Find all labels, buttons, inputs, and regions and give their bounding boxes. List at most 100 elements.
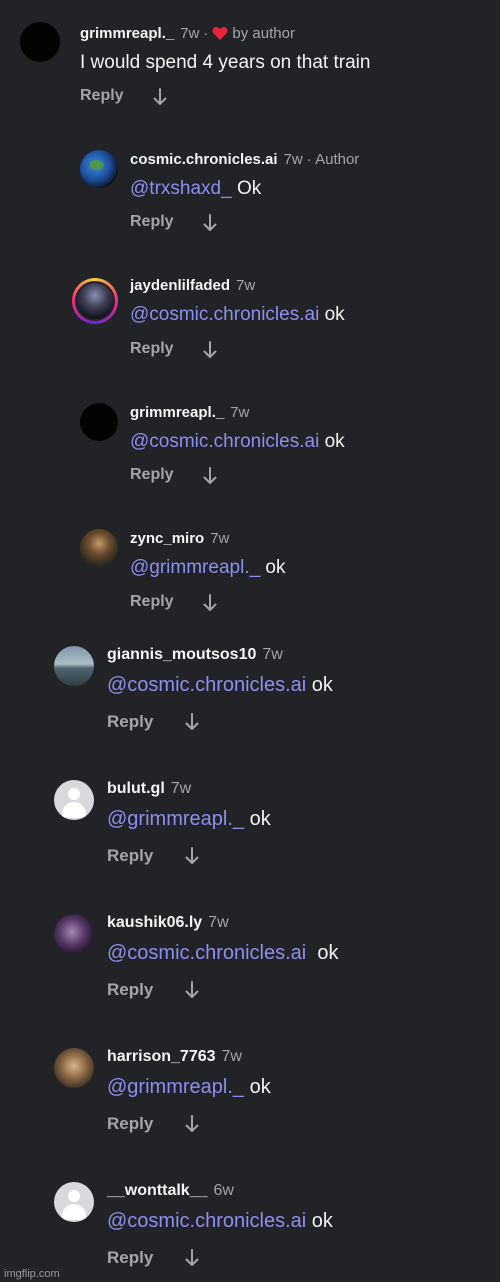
comment-meta: harrison_7763 7w [107,1048,242,1066]
comment-text: @trxshaxd_ Ok [130,178,261,200]
reply-button[interactable]: Reply [130,340,174,357]
arrow-down-icon[interactable] [185,981,199,999]
story-ring-avatar[interactable] [72,278,118,324]
timestamp: 7w [236,277,256,294]
reply-row: Reply [80,87,167,105]
reply-button[interactable]: Reply [107,846,153,865]
comment-text: @grimmreapl._ ok [130,557,286,579]
mention-link[interactable]: @cosmic.chronicles.ai [130,431,319,452]
comment-meta: __wonttalk__ 6w [107,1182,234,1200]
timestamp: 7w [210,530,230,547]
arrow-down-icon[interactable] [203,341,217,359]
username[interactable]: bulut.gl [107,780,165,797]
default-avatar-icon[interactable] [54,780,94,820]
comment-body: Ok [231,178,262,199]
separator-dot: · [203,25,209,42]
comment-text: @cosmic.chronicles.ai ok [107,942,339,965]
comment-meta: bulut.gl 7w [107,780,191,798]
username[interactable]: cosmic.chronicles.ai [130,151,278,168]
mention-link[interactable]: @grimmreapl._ [107,808,244,830]
watermark: imgflip.com [4,1268,60,1280]
comment-text: @cosmic.chronicles.ai ok [107,674,333,697]
reply-row: Reply [107,980,199,1000]
reply-button[interactable]: Reply [107,1248,153,1267]
comment-body: ok [306,1210,333,1232]
arrow-down-icon[interactable] [185,713,199,731]
comment-body: ok [260,557,286,578]
mention-link[interactable]: @grimmreapl._ [107,1076,244,1098]
reply-row: Reply [130,466,217,484]
comment-meta: kaushik06.ly 7w [107,914,229,932]
comment-meta: giannis_moutsos10 7w [107,646,283,664]
comment-text: @cosmic.chronicles.ai ok [107,1210,333,1233]
comment-text: I would spend 4 years on that train [80,52,371,73]
avatar[interactable] [54,1048,94,1088]
mention-link[interactable]: @grimmreapl._ [130,557,260,578]
timestamp: 7w [230,404,250,421]
reply-button[interactable]: Reply [80,87,124,104]
reply-button[interactable]: Reply [107,712,153,731]
avatar[interactable] [20,22,60,62]
reply-button[interactable]: Reply [130,466,174,483]
comment-meta: zync_miro 7w [130,530,229,547]
reply-row: Reply [130,213,217,231]
comment-body: ok [306,942,339,964]
timestamp: 7w [208,914,229,931]
arrow-down-icon[interactable] [203,467,217,485]
author-badge: · Author [306,151,360,168]
reply-button[interactable]: Reply [130,593,174,610]
mention-link[interactable]: @cosmic.chronicles.ai [107,674,306,696]
username[interactable]: grimmreapl._ [130,404,224,421]
avatar[interactable] [80,403,118,441]
avatar[interactable] [80,150,118,188]
comment-text: @grimmreapl._ ok [107,808,271,831]
reply-row: Reply [107,846,199,866]
comment-text: @grimmreapl._ ok [107,1076,271,1099]
comment-text: @cosmic.chronicles.ai ok [130,304,345,326]
arrow-down-icon[interactable] [203,214,217,232]
timestamp: 7w [283,151,303,168]
comment-body: ok [306,674,333,696]
reply-button[interactable]: Reply [107,1114,153,1133]
comment-meta: jaydenlilfaded 7w [130,277,255,294]
mention-link[interactable]: @trxshaxd_ [130,178,232,199]
comment-body: ok [319,431,345,452]
avatar[interactable] [80,529,118,567]
reply-row: Reply [130,593,217,611]
username[interactable]: giannis_moutsos10 [107,646,256,663]
username[interactable]: kaushik06.ly [107,914,202,931]
reply-button[interactable]: Reply [107,980,153,999]
timestamp: 7w [170,780,192,797]
comment-meta: cosmic.chronicles.ai 7w · Author [130,151,359,168]
mention-link[interactable]: @cosmic.chronicles.ai [107,1210,306,1232]
username[interactable]: zync_miro [130,530,204,547]
comment-meta: grimmreapl._ 7w [130,404,249,421]
arrow-down-icon[interactable] [153,88,167,106]
comment-meta: grimmreapl._ 7w · by author [80,25,295,42]
reply-button[interactable]: Reply [130,213,174,230]
liked-by-author-label: by author [232,25,295,42]
avatar [75,281,115,321]
timestamp: 7w [221,1048,242,1065]
comment-text: @cosmic.chronicles.ai ok [130,431,345,453]
reply-row: Reply [107,1248,199,1268]
username[interactable]: jaydenlilfaded [130,277,230,294]
timestamp: 7w [180,25,200,42]
mention-link[interactable]: @cosmic.chronicles.ai [130,304,319,325]
username[interactable]: harrison_7763 [107,1048,216,1065]
mention-link[interactable]: @cosmic.chronicles.ai [107,942,306,964]
arrow-down-icon[interactable] [203,594,217,612]
comment-body: ok [244,1076,271,1098]
username[interactable]: __wonttalk__ [107,1182,207,1199]
avatar[interactable] [54,914,94,954]
arrow-down-icon[interactable] [185,847,199,865]
reply-row: Reply [107,712,199,732]
arrow-down-icon[interactable] [185,1115,199,1133]
username[interactable]: grimmreapl._ [80,25,174,42]
comment-body: ok [244,808,271,830]
timestamp: 7w [262,646,283,663]
heart-icon [212,26,228,40]
arrow-down-icon[interactable] [185,1249,199,1267]
default-avatar-icon[interactable] [54,1182,94,1222]
avatar[interactable] [54,646,94,686]
